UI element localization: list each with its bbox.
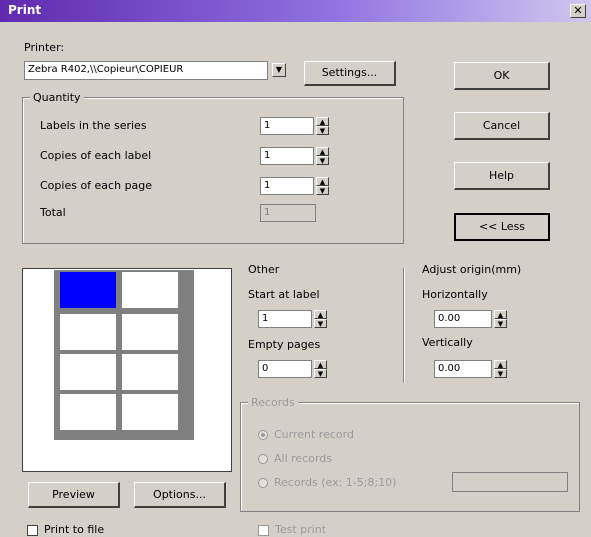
preview-button[interactable]: Preview	[28, 482, 120, 508]
spin-down-icon[interactable]: ▼	[316, 156, 329, 165]
label-cell[interactable]	[122, 394, 178, 430]
spin-down-icon[interactable]: ▼	[494, 319, 507, 328]
less-button[interactable]: << Less	[454, 213, 550, 241]
spin-down-icon[interactable]: ▼	[316, 186, 329, 195]
spin-up-icon[interactable]: ▲	[314, 360, 327, 369]
label-cell[interactable]	[60, 394, 116, 430]
spin-up-icon[interactable]: ▲	[316, 147, 329, 156]
empty-pages-input[interactable]: 0	[258, 360, 312, 378]
total-value: 1	[260, 204, 316, 222]
label-cell-selected[interactable]	[60, 272, 116, 308]
empty-pages-label: Empty pages	[248, 338, 321, 351]
current-record-label: Current record	[274, 428, 354, 441]
label-cell[interactable]	[60, 354, 116, 390]
adjust-legend: Adjust origin(mm)	[422, 263, 522, 276]
test-print-checkbox[interactable]	[258, 525, 269, 536]
cancel-button[interactable]: Cancel	[454, 112, 550, 140]
labels-in-series-input[interactable]: 1	[260, 117, 314, 135]
records-legend: Records	[248, 396, 298, 409]
chevron-down-icon[interactable]: ▼	[272, 63, 286, 77]
records-range-label: Records (ex: 1-5;8;10)	[274, 476, 397, 489]
horizontally-input[interactable]: 0.00	[434, 310, 492, 328]
printer-select[interactable]: Zebra R402,\\Copieur\COPIEUR	[24, 61, 268, 80]
test-print-label: Test print	[275, 523, 327, 536]
label-cell[interactable]	[60, 314, 116, 350]
spin-up-icon[interactable]: ▲	[494, 310, 507, 319]
printer-label: Printer:	[24, 41, 65, 54]
window-title: Print	[8, 3, 42, 17]
total-label: Total	[40, 206, 66, 219]
title-bar	[0, 0, 591, 22]
spin-down-icon[interactable]: ▼	[314, 319, 327, 328]
spin-up-icon[interactable]: ▲	[494, 360, 507, 369]
quantity-legend: Quantity	[30, 91, 84, 104]
close-icon: ✕	[573, 4, 583, 17]
settings-button[interactable]: Settings...	[304, 61, 396, 86]
help-button[interactable]: Help	[454, 162, 550, 190]
all-records-radio[interactable]	[258, 454, 268, 464]
current-record-radio[interactable]	[258, 430, 268, 440]
copies-each-page-label: Copies of each page	[40, 179, 153, 192]
start-at-label-label: Start at label	[248, 288, 320, 301]
print-to-file-label: Print to file	[44, 523, 105, 536]
ok-button[interactable]: OK	[454, 62, 550, 90]
label-cell[interactable]	[122, 272, 178, 308]
options-button[interactable]: Options...	[134, 482, 226, 508]
horizontally-label: Horizontally	[422, 288, 488, 301]
copies-each-page-input[interactable]: 1	[260, 177, 314, 195]
spin-up-icon[interactable]: ▲	[316, 117, 329, 126]
vertically-label: Vertically	[422, 336, 473, 349]
records-range-input[interactable]	[452, 472, 568, 492]
labels-in-series-label: Labels in the series	[40, 119, 147, 132]
copies-each-label-input[interactable]: 1	[260, 147, 314, 165]
copies-each-label-label: Copies of each label	[40, 149, 152, 162]
label-cell[interactable]	[122, 314, 178, 350]
label-cell[interactable]	[122, 354, 178, 390]
all-records-label: All records	[274, 452, 333, 465]
spin-down-icon[interactable]: ▼	[494, 369, 507, 378]
adjust-divider	[403, 268, 404, 383]
spin-down-icon[interactable]: ▼	[314, 369, 327, 378]
print-to-file-checkbox[interactable]	[27, 525, 38, 536]
records-range-radio[interactable]	[258, 478, 268, 488]
vertically-input[interactable]: 0.00	[434, 360, 492, 378]
other-legend: Other	[248, 263, 280, 276]
spin-up-icon[interactable]: ▲	[316, 177, 329, 186]
close-button[interactable]: ✕	[570, 4, 586, 18]
spin-down-icon[interactable]: ▼	[316, 126, 329, 135]
spin-up-icon[interactable]: ▲	[314, 310, 327, 319]
start-at-label-input[interactable]: 1	[258, 310, 312, 328]
